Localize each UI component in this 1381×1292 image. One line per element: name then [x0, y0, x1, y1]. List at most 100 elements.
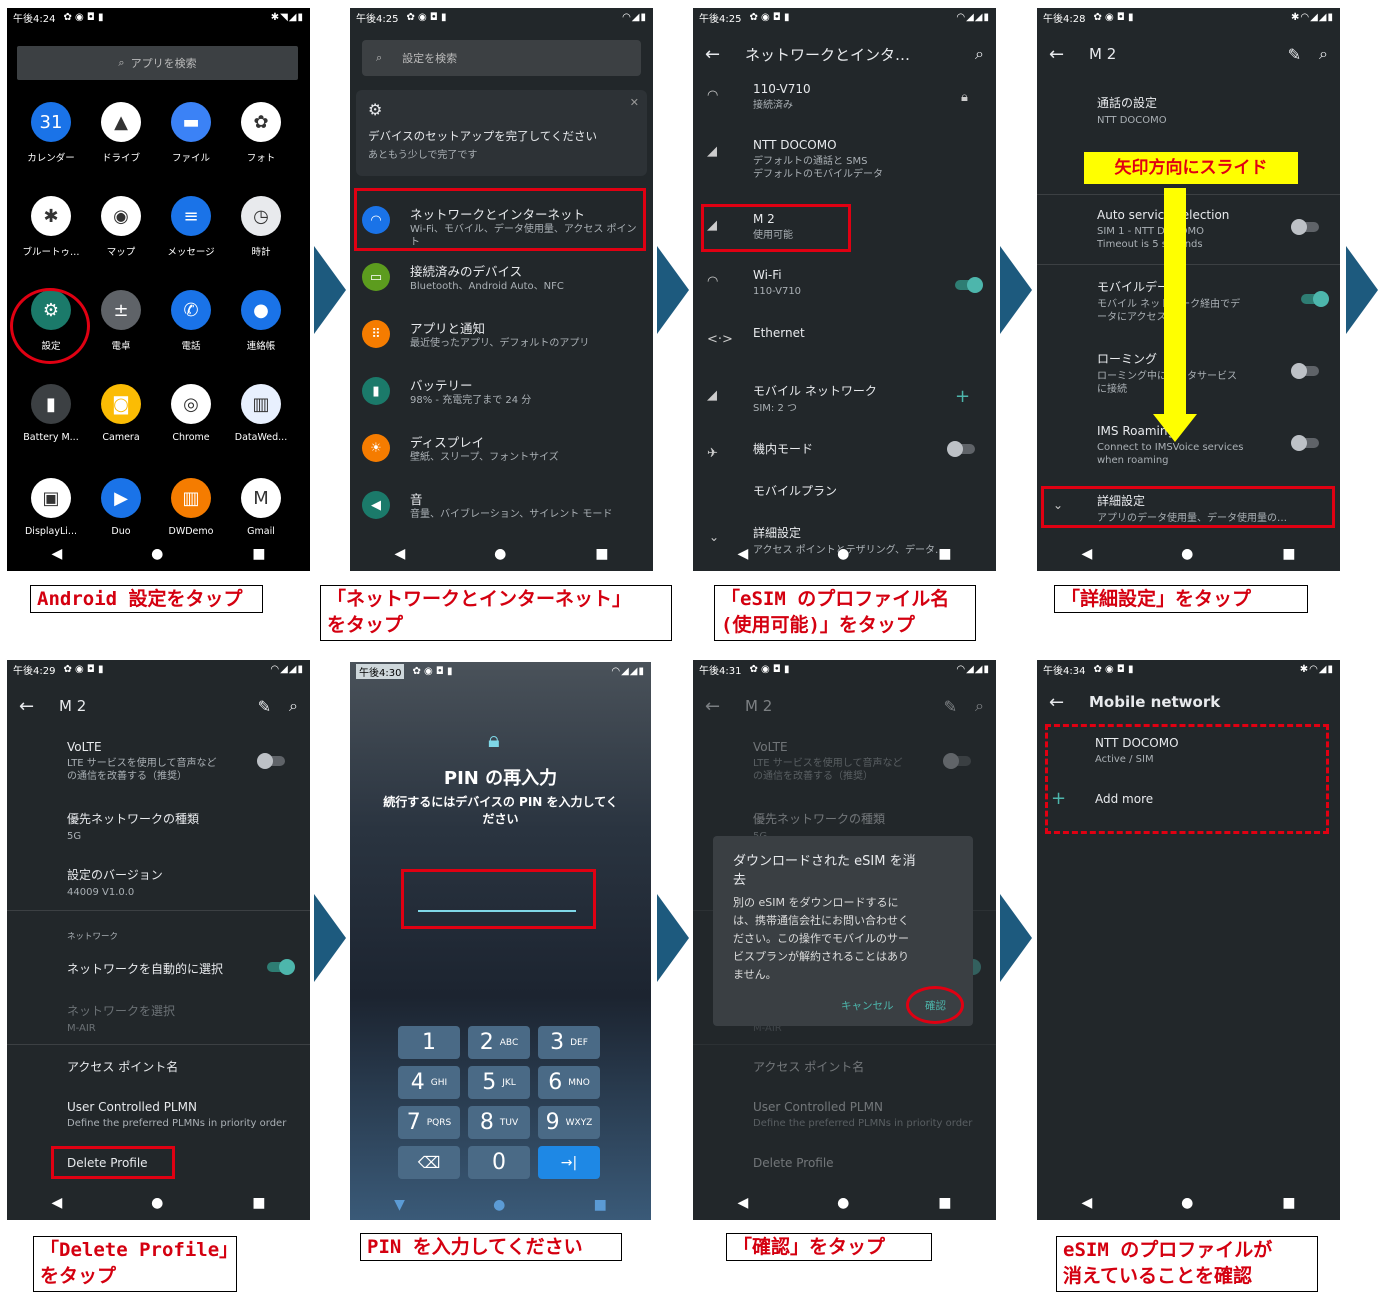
airplane-toggle[interactable]: [947, 441, 975, 457]
ims-roaming-toggle[interactable]: [1291, 435, 1319, 451]
app-icon-3[interactable]: ✿ フォト: [226, 102, 296, 172]
app-icon-10[interactable]: ✆ 電話: [156, 290, 226, 360]
network-row-3[interactable]: ◠ Wi-Fi 110-V710: [693, 268, 996, 298]
network-row-0[interactable]: ◠ 110-V710 接続済み: [693, 82, 996, 112]
advanced-row-7[interactable]: User Controlled PLMN Define the preferred…: [7, 1100, 310, 1130]
back-icon[interactable]: ◀: [1081, 1195, 1092, 1211]
home-icon[interactable]: ●: [837, 546, 849, 562]
dimmed-row-7[interactable]: User Controlled PLMN Define the preferred…: [693, 1100, 996, 1130]
home-icon[interactable]: ●: [1181, 1195, 1193, 1211]
advanced-row-2[interactable]: 設定のバージョン 44009 V1.0.0: [7, 866, 310, 899]
recents-icon[interactable]: ■: [1282, 546, 1295, 562]
recents-icon[interactable]: ■: [938, 546, 951, 562]
advanced-row-6[interactable]: アクセス ポイント名: [7, 1058, 310, 1075]
keypad-key-7[interactable]: 8 TUV: [468, 1106, 530, 1139]
app-icon-1[interactable]: ▲ ドライブ: [86, 102, 156, 172]
settings-item-3[interactable]: ▮ バッテリー 98% - 充電完了まで 24 分: [350, 369, 653, 421]
keypad-key-5[interactable]: 6 MNO: [538, 1066, 600, 1099]
home-icon[interactable]: ●: [151, 546, 163, 562]
app-icon-13[interactable]: ◙ Camera: [86, 384, 156, 454]
back-arrow-icon[interactable]: ←: [1049, 44, 1089, 65]
cancel-button[interactable]: キャンセル: [841, 998, 894, 1013]
auto-network-toggle[interactable]: [267, 959, 295, 975]
advanced-row-4[interactable]: ネットワークを自動的に選択: [7, 960, 310, 977]
app-icon-9[interactable]: ± 電卓: [86, 290, 156, 360]
search-icon[interactable]: ⌕: [289, 696, 298, 716]
recents-icon[interactable]: ■: [1282, 1195, 1295, 1211]
recents-icon[interactable]: ■: [595, 546, 608, 562]
keypad-key-0[interactable]: 1: [398, 1026, 460, 1059]
recents-icon[interactable]: ■: [252, 1195, 265, 1211]
wifi-toggle[interactable]: [955, 277, 983, 293]
hide-keyboard-icon[interactable]: ▼: [394, 1197, 405, 1213]
keypad-key-6[interactable]: 7 PQRS: [398, 1106, 460, 1139]
keypad-key-3[interactable]: 4 GHI: [398, 1066, 460, 1099]
back-arrow-icon[interactable]: ←: [19, 696, 59, 717]
app-icon-14[interactable]: ◎ Chrome: [156, 384, 226, 454]
keypad-key-9[interactable]: ⌫: [398, 1146, 460, 1179]
add-icon[interactable]: +: [955, 386, 970, 407]
app-icon-0[interactable]: 31 カレンダー: [16, 102, 86, 172]
back-icon[interactable]: ◀: [1081, 546, 1092, 562]
back-arrow-icon[interactable]: ←: [705, 44, 745, 65]
network-row-5[interactable]: ◢ モバイル ネットワーク SIM: 2 つ: [693, 382, 996, 415]
dimmed-row-8[interactable]: Delete Profile: [693, 1156, 996, 1170]
settings-search-bar[interactable]: ⌕ 設定を検索: [362, 40, 641, 76]
settings-item-2[interactable]: ⠿ アプリと通知 最近使ったアプリ、デフォルトのアプリ: [350, 312, 653, 364]
advanced-row-5[interactable]: ネットワークを選択 M-AIR: [7, 1002, 310, 1035]
keypad-key-4[interactable]: 5 JKL: [468, 1066, 530, 1099]
home-icon[interactable]: ●: [493, 1197, 505, 1213]
back-arrow-icon[interactable]: ←: [705, 696, 745, 717]
app-icon-12[interactable]: ▮ Battery M...: [16, 384, 86, 454]
home-icon[interactable]: ●: [494, 546, 506, 562]
app-icon-7[interactable]: ◷ 時計: [226, 196, 296, 266]
back-icon[interactable]: ◀: [394, 546, 405, 562]
edit-pencil-icon[interactable]: ✎: [258, 697, 271, 716]
advanced-row-3[interactable]: ネットワーク: [7, 930, 310, 942]
back-arrow-icon[interactable]: ←: [1049, 692, 1089, 713]
edit-pencil-icon[interactable]: ✎: [1288, 45, 1301, 64]
back-icon[interactable]: ◀: [737, 1195, 748, 1211]
setup-card[interactable]: ⚙ ✕ デバイスのセットアップを完了してください あともう少しで完了です: [356, 90, 647, 176]
search-icon[interactable]: ⌕: [975, 696, 984, 716]
keypad-key-1[interactable]: 2 ABC: [468, 1026, 530, 1059]
back-icon[interactable]: ◀: [51, 1195, 62, 1211]
app-search-bar[interactable]: ⌕ アプリを検索: [17, 46, 298, 80]
app-icon-2[interactable]: ▬ ファイル: [156, 102, 226, 172]
dimmed-row-6[interactable]: アクセス ポイント名: [693, 1058, 996, 1075]
home-icon[interactable]: ●: [151, 1195, 163, 1211]
network-row-4[interactable]: <·> Ethernet: [693, 326, 996, 347]
auto-service-toggle[interactable]: [1291, 219, 1319, 235]
search-icon[interactable]: ⌕: [1319, 44, 1328, 64]
roaming-toggle[interactable]: [1291, 363, 1319, 379]
keypad-key-11[interactable]: →|: [538, 1146, 600, 1179]
app-icon-6[interactable]: ≡ メッセージ: [156, 196, 226, 266]
network-row-1[interactable]: ◢ NTT DOCOMO デフォルトの通話と SMS デフォルトのモバイルデータ: [693, 138, 996, 181]
volte-toggle[interactable]: [257, 753, 285, 769]
recents-icon[interactable]: ■: [938, 1195, 951, 1211]
app-icon-5[interactable]: ◉ マップ: [86, 196, 156, 266]
keypad-key-2[interactable]: 3 DEF: [538, 1026, 600, 1059]
volte-toggle[interactable]: [943, 753, 971, 769]
m2-row-0[interactable]: 通話の設定 NTT DOCOMO: [1037, 94, 1340, 127]
edit-pencil-icon[interactable]: ✎: [944, 697, 957, 716]
app-icon-4[interactable]: ✱ ブルートゥ…: [16, 196, 86, 266]
keypad-key-10[interactable]: 0: [468, 1146, 530, 1179]
home-icon[interactable]: ●: [837, 1195, 849, 1211]
home-icon[interactable]: ●: [1181, 546, 1193, 562]
mobile-data-toggle[interactable]: [1301, 291, 1329, 307]
back-icon[interactable]: ◀: [737, 546, 748, 562]
m2-row-2[interactable]: モバイルデータ モバイル ネットワーク経由でデ ータにアクセス: [1037, 278, 1340, 324]
advanced-row-1[interactable]: 優先ネットワークの種類 5G: [7, 810, 310, 843]
network-row-7[interactable]: モバイルプラン: [693, 482, 996, 499]
app-icon-15[interactable]: ▥ DataWed...: [226, 384, 296, 454]
keypad-key-8[interactable]: 9 WXYZ: [538, 1106, 600, 1139]
recents-icon[interactable]: ■: [252, 546, 265, 562]
close-icon[interactable]: ✕: [630, 96, 639, 109]
search-icon[interactable]: ⌕: [975, 44, 984, 64]
settings-item-4[interactable]: ☀ ディスプレイ 壁紙、スリープ、フォントサイズ: [350, 426, 653, 478]
settings-item-5[interactable]: ◀ 音音量、バイブレーション、サイレント モード: [350, 483, 653, 535]
settings-item-1[interactable]: ▭ 接続済みのデバイス Bluetooth、Android Auto、NFC: [350, 255, 653, 307]
back-icon[interactable]: ◀: [51, 546, 62, 562]
recents-icon[interactable]: ■: [594, 1197, 607, 1213]
